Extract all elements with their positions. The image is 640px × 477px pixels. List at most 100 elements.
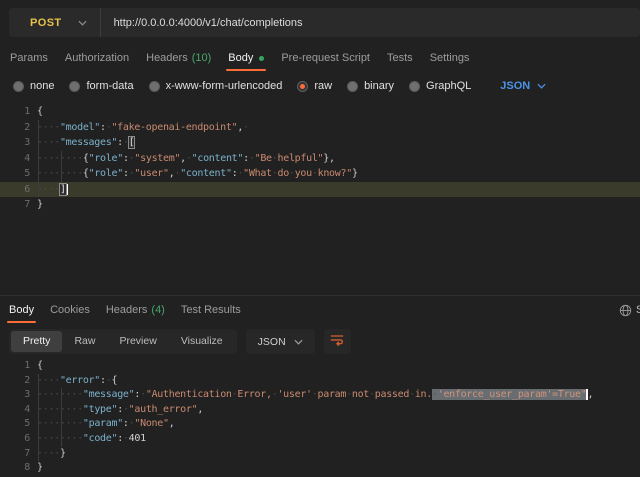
radio-selected-icon bbox=[297, 81, 308, 92]
code-line: 1{ bbox=[0, 104, 640, 120]
line-number: 6 bbox=[0, 182, 30, 198]
method-select[interactable]: POST bbox=[9, 17, 62, 29]
whitespace-dot: · bbox=[346, 389, 352, 400]
whitespace-dot: · bbox=[272, 153, 278, 164]
body-modified-dot bbox=[259, 56, 264, 61]
code-line: 2····"error":·{ bbox=[0, 374, 640, 389]
line-number: 1 bbox=[0, 104, 30, 120]
line-number: 2 bbox=[0, 120, 30, 136]
radio-form-data[interactable]: form-data bbox=[69, 80, 133, 92]
whitespace-dot: · bbox=[312, 168, 318, 179]
whitespace-dot: · bbox=[369, 389, 375, 400]
line-number: 3 bbox=[0, 388, 30, 403]
radio-binary[interactable]: binary bbox=[347, 80, 394, 92]
body-type-row: none form-data x-www-form-urlencoded raw… bbox=[0, 74, 640, 98]
radio-icon bbox=[69, 81, 80, 92]
radio-icon bbox=[149, 81, 160, 92]
globe-icon[interactable] bbox=[619, 304, 632, 317]
line-number: 5 bbox=[0, 417, 30, 432]
radio-graphql[interactable]: GraphQL bbox=[409, 80, 471, 92]
chevron-down-icon bbox=[537, 80, 546, 92]
code-line: 7····} bbox=[0, 447, 640, 462]
whitespace-dot: · bbox=[432, 389, 438, 400]
whitespace-dot: · bbox=[232, 389, 238, 400]
indent-guide bbox=[61, 151, 62, 182]
code-line: 3········"message":·"Authentication·Erro… bbox=[0, 388, 640, 403]
whitespace-dot: · bbox=[272, 168, 278, 179]
postman-window: POST http://0.0.0.0:4000/v1/chat/complet… bbox=[0, 0, 640, 477]
response-meta-area: S bbox=[619, 296, 640, 324]
response-tab-body[interactable]: Body bbox=[9, 304, 34, 316]
wrap-text-button[interactable] bbox=[324, 329, 351, 354]
code-line: 5········"param":·"None", bbox=[0, 417, 640, 432]
response-view-switch: Pretty Raw Preview Visualize bbox=[9, 329, 237, 354]
radio-icon bbox=[409, 81, 420, 92]
code-line: 3····"messages":·[ bbox=[0, 135, 640, 151]
raw-format-select[interactable]: JSON bbox=[500, 80, 546, 92]
view-pretty[interactable]: Pretty bbox=[11, 331, 62, 352]
line-number: 5 bbox=[0, 166, 30, 182]
active-tab-underline bbox=[226, 69, 266, 71]
whitespace-dot: · bbox=[243, 122, 249, 133]
tab-tests[interactable]: Tests bbox=[387, 52, 413, 64]
whitespace-dot: · bbox=[312, 389, 318, 400]
response-format-select[interactable]: JSON bbox=[246, 329, 315, 354]
tab-params[interactable]: Params bbox=[10, 52, 48, 64]
whitespace-dot: · bbox=[272, 389, 278, 400]
response-tabs: Body Cookies Headers (4) Test Results S bbox=[0, 295, 640, 324]
status-label-partial: S bbox=[636, 304, 640, 316]
indent-guide bbox=[61, 388, 62, 446]
view-raw[interactable]: Raw bbox=[62, 331, 107, 352]
divider bbox=[100, 8, 101, 37]
whitespace-dot: · bbox=[123, 137, 129, 148]
code-line: 7} bbox=[0, 197, 640, 213]
line-number: 4 bbox=[0, 151, 30, 167]
code-line: 4········"type":·"auth_error", bbox=[0, 403, 640, 418]
response-toolbar: Pretty Raw Preview Visualize JSON bbox=[9, 329, 351, 354]
view-visualize[interactable]: Visualize bbox=[169, 331, 235, 352]
tab-pre-request-script[interactable]: Pre-request Script bbox=[281, 52, 370, 64]
indent-guide bbox=[38, 120, 39, 198]
response-headers-count-badge: (4) bbox=[151, 304, 164, 316]
chevron-down-icon[interactable] bbox=[78, 20, 87, 26]
view-preview[interactable]: Preview bbox=[107, 331, 168, 352]
whitespace-dot: · bbox=[289, 168, 295, 179]
code-line: 5········{"role":·"user",·"content":·"Wh… bbox=[0, 166, 640, 182]
response-tab-headers[interactable]: Headers (4) bbox=[106, 304, 165, 316]
radio-x-www-form-urlencoded[interactable]: x-www-form-urlencoded bbox=[149, 80, 283, 92]
radio-icon bbox=[347, 81, 358, 92]
indent-guide bbox=[38, 374, 39, 462]
active-tab-underline bbox=[7, 321, 36, 323]
line-number: 3 bbox=[0, 135, 30, 151]
response-tab-cookies[interactable]: Cookies bbox=[50, 304, 90, 316]
radio-icon bbox=[13, 81, 24, 92]
line-number: 7 bbox=[0, 197, 30, 213]
code-line: 6········"code":·401 bbox=[0, 432, 640, 447]
chevron-down-icon bbox=[294, 336, 303, 348]
text-caret bbox=[66, 184, 68, 195]
response-tab-test-results[interactable]: Test Results bbox=[181, 304, 241, 316]
code-line: 4········{"role":·"system",·"content":·"… bbox=[0, 151, 640, 167]
code-line: 1{ bbox=[0, 359, 640, 374]
code-line: 8} bbox=[0, 461, 640, 476]
line-number: 6 bbox=[0, 432, 30, 447]
code-line: 2····"model":·"fake-openai-endpoint",· bbox=[0, 120, 640, 136]
tab-authorization[interactable]: Authorization bbox=[65, 52, 129, 64]
tab-settings[interactable]: Settings bbox=[430, 52, 470, 64]
request-tabs: Params Authorization Headers (10) Body P… bbox=[0, 45, 640, 71]
tab-headers[interactable]: Headers (10) bbox=[146, 52, 211, 64]
wrap-text-icon bbox=[330, 333, 344, 351]
line-number: 4 bbox=[0, 403, 30, 418]
radio-raw[interactable]: raw bbox=[297, 80, 332, 92]
response-body-editor[interactable]: 1{2····"error":·{3········"message":·"Au… bbox=[0, 356, 640, 477]
request-url-bar: POST http://0.0.0.0:4000/v1/chat/complet… bbox=[9, 8, 640, 37]
tab-body[interactable]: Body bbox=[228, 52, 264, 64]
line-number: 8 bbox=[0, 461, 30, 476]
line-number: 2 bbox=[0, 374, 30, 389]
url-input[interactable]: http://0.0.0.0:4000/v1/chat/completions bbox=[114, 17, 303, 29]
request-body-editor[interactable]: 1{2····"model":·"fake-openai-endpoint",·… bbox=[0, 98, 640, 295]
line-number: 7 bbox=[0, 447, 30, 462]
code-line: 6····] bbox=[0, 182, 640, 198]
radio-none[interactable]: none bbox=[13, 80, 54, 92]
headers-count-badge: (10) bbox=[192, 52, 212, 64]
